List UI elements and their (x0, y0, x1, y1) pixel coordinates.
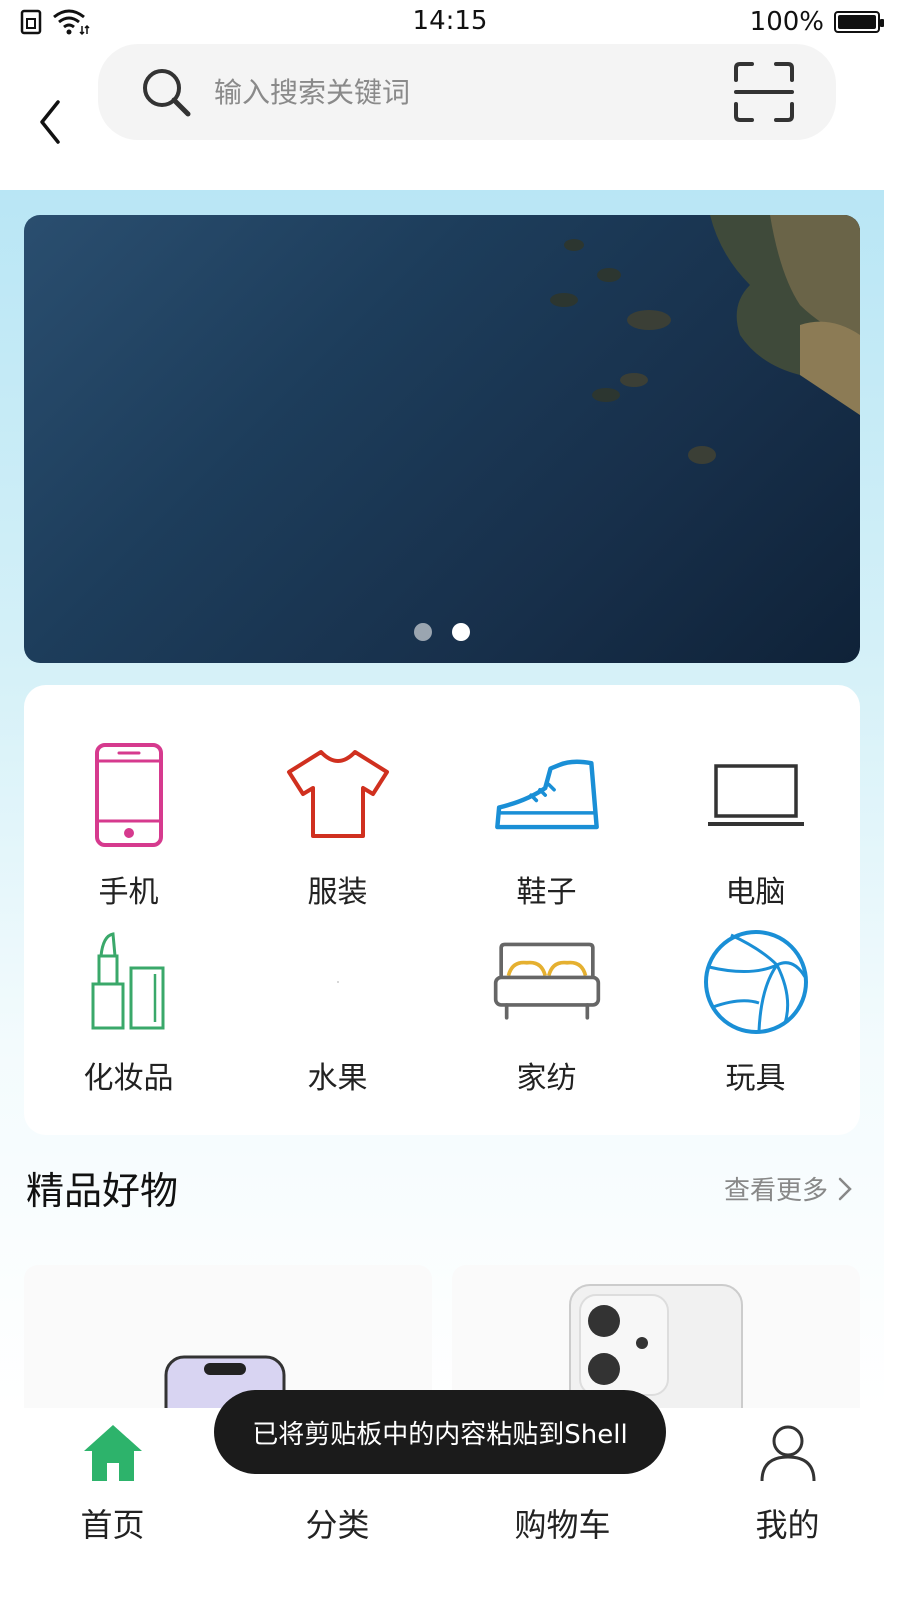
nav-home[interactable]: 首页 (3, 1418, 223, 1546)
toast-message: 已将剪贴板中的内容粘贴到Shell (214, 1390, 666, 1474)
back-button[interactable] (28, 92, 72, 152)
home-icon (83, 1425, 142, 1481)
see-more-link[interactable]: 查看更多 (724, 1170, 854, 1207)
battery-icon (834, 11, 884, 33)
nav-profile[interactable]: 我的 (678, 1418, 898, 1546)
search-bar[interactable] (98, 44, 836, 140)
section-title: 精品好物 (26, 1169, 179, 1213)
status-time: 14:15 (412, 6, 488, 36)
carousel-dot[interactable] (414, 623, 432, 641)
banner-carousel[interactable] (24, 215, 860, 663)
user-icon (760, 1425, 815, 1482)
category-label: 家纺 (516, 1061, 577, 1096)
category-label: 水果 (307, 1061, 368, 1096)
category-shoes[interactable]: 鞋子 (442, 741, 651, 927)
nav-label: 我的 (755, 1506, 820, 1544)
category-fruit[interactable]: 水果 (233, 927, 442, 1113)
bed-icon (493, 942, 600, 1020)
nav-label: 购物车 (514, 1506, 611, 1544)
category-clothing[interactable]: 服装 (233, 741, 442, 927)
status-bar: 14:15 100% (0, 0, 900, 44)
category-label: 服装 (307, 875, 368, 910)
category-toys[interactable]: 玩具 (651, 927, 860, 1113)
category-label: 手机 (98, 875, 159, 910)
search-input[interactable] (214, 75, 732, 109)
nav-label: 首页 (80, 1506, 145, 1544)
ball-icon (703, 930, 808, 1034)
category-grid: 手机 服装 鞋子 电脑 化妆品 水果 家纺 玩具 (24, 685, 860, 1135)
chevron-left-icon (40, 100, 60, 144)
category-bedding[interactable]: 家纺 (442, 927, 651, 1113)
category-label: 电脑 (725, 875, 786, 910)
lipstick-icon (91, 932, 164, 1030)
carousel-dot-active[interactable] (452, 623, 470, 641)
scan-icon[interactable] (732, 60, 796, 124)
category-label: 化妆品 (83, 1061, 174, 1096)
search-icon (143, 69, 191, 117)
see-more-label: 查看更多 (723, 1176, 828, 1206)
fruit-icon (336, 981, 339, 983)
shoe-icon (494, 759, 599, 830)
phone-icon (94, 743, 163, 847)
laptop-icon (707, 764, 804, 826)
category-label: 鞋子 (516, 875, 577, 910)
category-cosmetics[interactable]: 化妆品 (24, 927, 233, 1113)
nav-label: 分类 (305, 1506, 370, 1544)
banner-rocks (550, 239, 716, 464)
category-phone[interactable]: 手机 (24, 741, 233, 927)
chevron-right-icon (838, 1177, 852, 1200)
carousel-indicator (24, 623, 860, 641)
header (0, 44, 900, 190)
tshirt-icon (286, 750, 389, 838)
category-computer[interactable]: 电脑 (651, 741, 860, 927)
category-label: 玩具 (725, 1061, 786, 1096)
